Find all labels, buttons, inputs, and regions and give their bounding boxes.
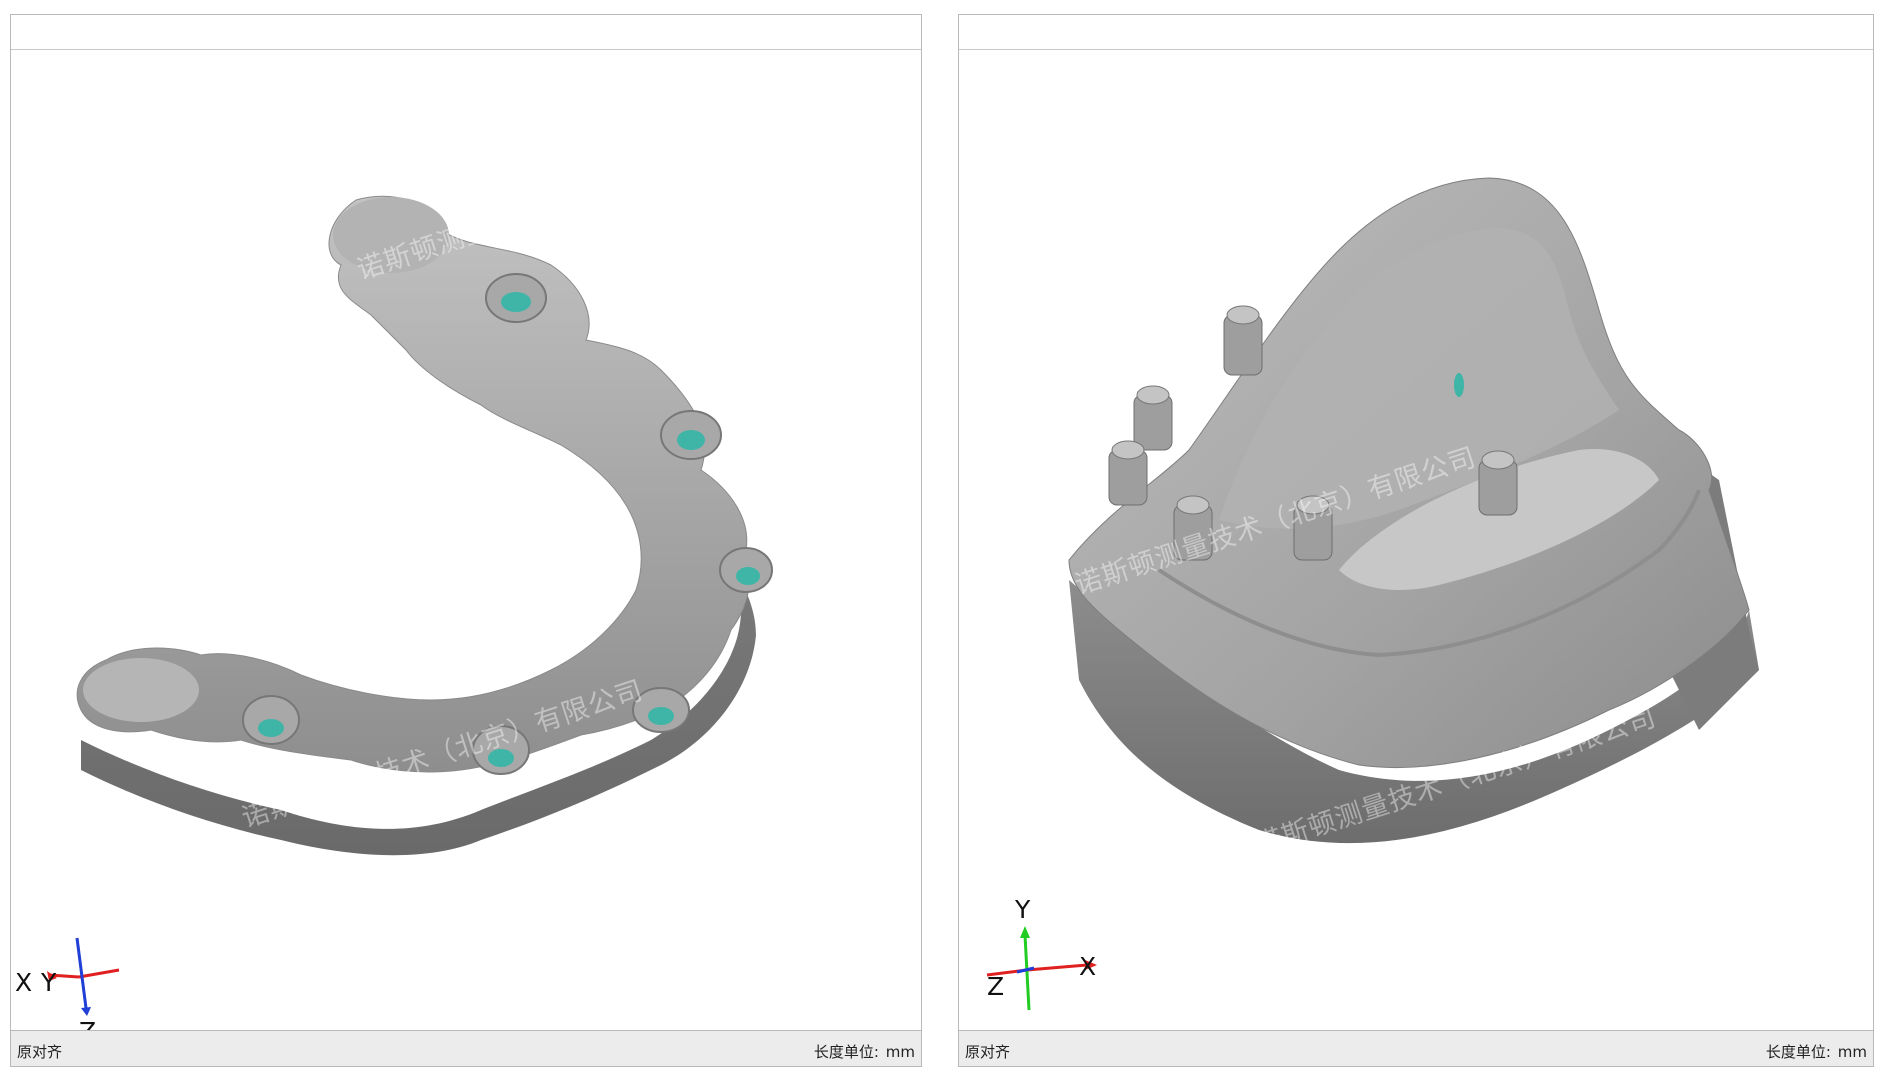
axis-triad-icon: X Y Z — [15, 937, 120, 1030]
axis-label-y: Y — [40, 968, 57, 997]
3d-canvas-right[interactable]: Y X Z 诺斯顿测量技术（北京）有限公司 诺斯顿测量技术（北京）有限公司 — [959, 50, 1873, 1030]
3d-canvas-left[interactable]: X Y Z 诺斯顿测量技术 诺斯顿测量技术（北京）有限公司 — [11, 50, 921, 1030]
alignment-status: 原对齐 — [965, 1043, 1011, 1061]
axis-triad-icon: Y X Z — [986, 895, 1097, 1011]
unit-display: 长度单位: mm — [812, 1041, 915, 1062]
axis-label-x: X — [1079, 952, 1096, 981]
alignment-status: 原对齐 — [17, 1043, 63, 1061]
viewport-right[interactable]: Y X Z 诺斯顿测量技术（北京）有限公司 诺斯顿测量技术（北京）有限公司 原对… — [958, 14, 1874, 1067]
axis-label-y: Y — [1014, 895, 1031, 924]
viewport-left[interactable]: X Y Z 诺斯顿测量技术 诺斯顿测量技术（北京）有限公司 原对齐 长度单位: … — [10, 14, 922, 1067]
unit-display: 长度单位: mm — [1764, 1041, 1867, 1062]
viewport-header — [11, 15, 921, 50]
dental-cast-model: Y X Z — [986, 177, 1759, 1011]
unit-label: 长度单位: — [1765, 1043, 1831, 1061]
axis-label-z: Z — [987, 972, 1004, 1001]
axis-label-z: Z — [79, 1017, 96, 1030]
implant-marker — [1454, 373, 1464, 397]
status-bar: 原对齐 长度单位: mm — [11, 1030, 921, 1066]
dental-bar-model: X Y Z — [15, 195, 773, 1030]
status-bar: 原对齐 长度单位: mm — [959, 1030, 1873, 1066]
axis-label-x: X — [15, 968, 32, 997]
unit-label: 长度单位: — [813, 1043, 879, 1061]
unit-value: mm — [1837, 1043, 1867, 1061]
unit-value: mm — [885, 1043, 915, 1061]
viewport-header — [959, 15, 1873, 50]
